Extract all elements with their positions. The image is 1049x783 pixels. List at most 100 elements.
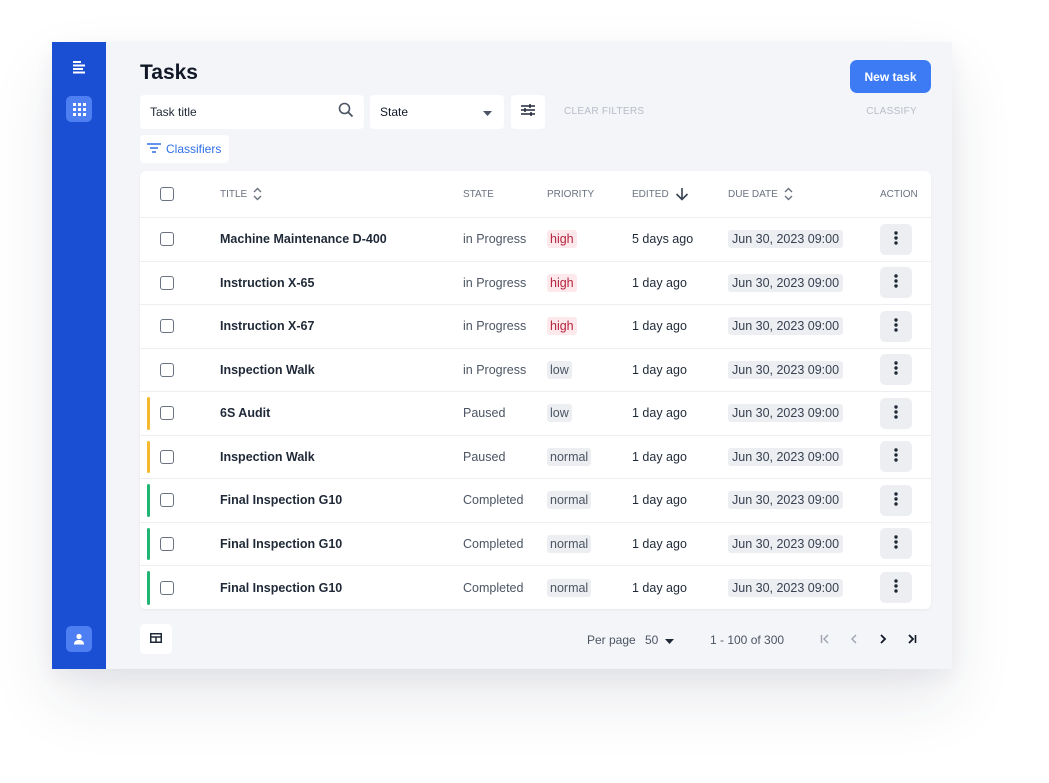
row-checkbox[interactable]	[160, 580, 174, 595]
table-row[interactable]: Instruction X-67 in Progress high 1 day …	[140, 305, 931, 349]
apps-icon[interactable]	[66, 96, 92, 122]
task-title[interactable]: Final Inspection G10	[220, 479, 342, 522]
status-indicator	[147, 397, 150, 430]
row-actions-button[interactable]	[880, 397, 912, 429]
task-title[interactable]: Inspection Walk	[220, 349, 315, 392]
select-all-checkbox[interactable]	[160, 187, 174, 201]
row-actions-button[interactable]	[880, 267, 912, 299]
last-page-icon[interactable]	[903, 631, 921, 647]
more-vertical-icon	[894, 448, 898, 465]
task-title[interactable]: Final Inspection G10	[220, 566, 342, 610]
next-page-icon[interactable]	[874, 631, 892, 647]
table-row[interactable]: Final Inspection G10 Completed normal 1 …	[140, 479, 931, 523]
caret-down-icon	[665, 633, 675, 647]
due-date-badge: Jun 30, 2023 09:00	[728, 404, 844, 423]
row-actions-button[interactable]	[880, 484, 912, 516]
task-title[interactable]: Final Inspection G10	[220, 523, 342, 566]
search-icon[interactable]	[338, 102, 354, 123]
table-row[interactable]: Final Inspection G10 Completed normal 1 …	[140, 566, 931, 610]
pagination-range: 1 - 100 of 300	[710, 633, 785, 647]
row-actions-button[interactable]	[880, 223, 912, 255]
row-checkbox[interactable]	[160, 319, 174, 334]
task-edited: 1 day ago	[632, 449, 687, 464]
task-edited: 1 day ago	[632, 319, 687, 334]
row-checkbox[interactable]	[160, 536, 174, 551]
task-title[interactable]: Instruction X-67	[220, 305, 314, 348]
more-vertical-icon	[894, 492, 898, 509]
due-date-badge: Jun 30, 2023 09:00	[728, 360, 844, 379]
search-input[interactable]	[150, 105, 320, 119]
user-icon[interactable]	[66, 626, 92, 652]
row-checkbox[interactable]	[160, 362, 174, 377]
task-edited: 1 day ago	[632, 275, 687, 290]
clear-filters-button[interactable]: CLEAR FILTERS	[564, 106, 644, 117]
status-indicator	[147, 571, 150, 605]
row-checkbox[interactable]	[160, 232, 174, 247]
due-date-badge: Jun 30, 2023 09:00	[728, 230, 844, 249]
pagination-controls	[816, 631, 921, 647]
task-edited: 1 day ago	[632, 406, 687, 421]
more-vertical-icon	[894, 361, 898, 378]
priority-badge: normal	[547, 534, 592, 553]
row-actions-button[interactable]	[880, 528, 912, 560]
row-checkbox[interactable]	[160, 275, 174, 290]
task-title[interactable]: Machine Maintenance D-400	[220, 218, 387, 261]
priority-badge: high	[547, 230, 577, 249]
classifiers-button[interactable]: Classifiers	[140, 135, 229, 163]
task-state: in Progress	[463, 232, 527, 247]
sort-unsorted-icon[interactable]	[253, 187, 262, 201]
due-date-badge: Jun 30, 2023 09:00	[728, 534, 844, 553]
sort-unsorted-icon[interactable]	[784, 187, 793, 201]
task-state: in Progress	[463, 319, 527, 334]
row-actions-button[interactable]	[880, 310, 912, 342]
priority-badge: normal	[547, 491, 592, 510]
table-row[interactable]: Instruction X-65 in Progress high 1 day …	[140, 262, 931, 305]
table-row[interactable]: Final Inspection G10 Completed normal 1 …	[140, 523, 931, 566]
more-vertical-icon	[894, 405, 898, 422]
row-actions-button[interactable]	[880, 572, 912, 604]
due-date-badge: Jun 30, 2023 09:00	[728, 578, 844, 597]
status-indicator	[147, 527, 150, 560]
new-task-button[interactable]: New task	[850, 60, 931, 93]
sliders-icon	[521, 103, 535, 121]
column-header-action: ACTION	[880, 188, 918, 200]
task-title[interactable]: Inspection Walk	[220, 436, 315, 479]
priority-badge: low	[547, 360, 572, 379]
table-row[interactable]: 6S Audit Paused low 1 day ago Jun 30, 20…	[140, 392, 931, 436]
classify-button[interactable]: CLASSIFY	[866, 106, 917, 117]
table-row[interactable]: Inspection Walk Paused normal 1 day ago …	[140, 436, 931, 479]
per-page-select[interactable]: 50	[645, 633, 675, 647]
app-window: Tasks New task State	[52, 42, 952, 669]
state-select[interactable]: State	[370, 95, 504, 129]
column-title-label: TITLE	[220, 188, 248, 200]
column-header-edited[interactable]: EDITED	[632, 171, 689, 217]
task-edited: 1 day ago	[632, 493, 687, 508]
prev-page-icon[interactable]	[845, 631, 863, 647]
priority-badge: high	[547, 273, 577, 292]
table-grid-icon	[150, 630, 162, 648]
task-state: Paused	[463, 406, 506, 421]
task-edited: 5 days ago	[632, 232, 694, 247]
priority-badge: high	[547, 317, 577, 336]
table-row[interactable]: Inspection Walk in Progress low 1 day ag…	[140, 349, 931, 392]
task-state: in Progress	[463, 362, 527, 377]
row-checkbox[interactable]	[160, 406, 174, 421]
task-title[interactable]: 6S Audit	[220, 392, 270, 435]
menu-icon[interactable]	[66, 54, 92, 80]
task-title[interactable]: Instruction X-65	[220, 262, 314, 305]
filter-settings-button[interactable]	[511, 95, 545, 129]
column-header-title[interactable]: TITLE	[220, 171, 262, 217]
arrow-down-icon[interactable]	[675, 187, 689, 201]
row-checkbox[interactable]	[160, 449, 174, 464]
column-header-due-date[interactable]: DUE DATE	[728, 171, 793, 217]
table-view-button[interactable]	[140, 624, 172, 654]
first-page-icon[interactable]	[816, 631, 834, 647]
table-row[interactable]: Machine Maintenance D-400 in Progress hi…	[140, 218, 931, 262]
row-actions-button[interactable]	[880, 441, 912, 473]
per-page-label: Per page	[587, 633, 636, 647]
column-edited-label: EDITED	[632, 188, 669, 200]
search-box	[140, 95, 364, 129]
column-header-priority: PRIORITY	[547, 188, 595, 200]
row-actions-button[interactable]	[880, 354, 912, 386]
row-checkbox[interactable]	[160, 493, 174, 508]
